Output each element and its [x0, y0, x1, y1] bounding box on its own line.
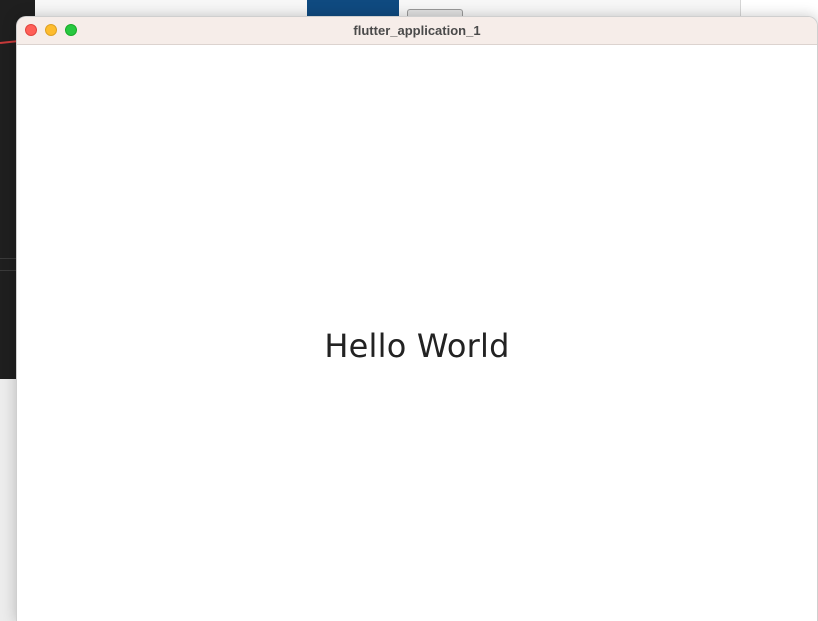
window-titlebar[interactable]: flutter_application_1: [17, 17, 817, 45]
app-window: flutter_application_1 Hello World: [16, 16, 818, 621]
background-divider: [740, 0, 741, 16]
background-gray-panel: [0, 379, 16, 621]
hello-text: Hello World: [324, 327, 510, 365]
app-content: Hello World: [17, 45, 817, 621]
background-blue-block: [307, 0, 399, 17]
window-title: flutter_application_1: [353, 23, 481, 38]
